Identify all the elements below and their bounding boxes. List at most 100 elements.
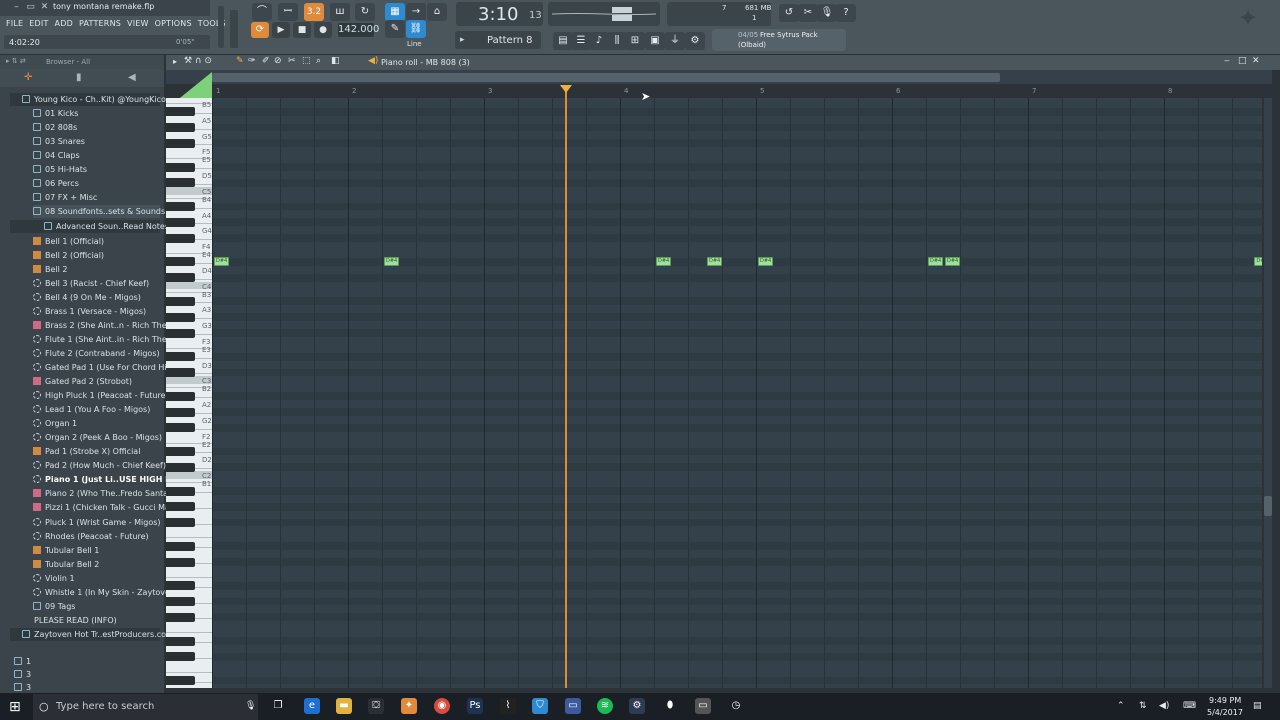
browser-item[interactable]: Gated Pad 2 (Strobot) [33, 375, 160, 388]
browser-item[interactable]: 01 Kicks [33, 107, 160, 120]
browser-item[interactable]: Organ 2 (Peek A Boo - Migos) [33, 431, 162, 444]
browser-item[interactable]: Zaytoven Hot Tr..estProducers.com [10, 627, 174, 641]
mute-tool-icon[interactable]: ⊘ [274, 56, 282, 66]
link-icon[interactable]: ⛓ [406, 20, 426, 38]
master-volume-slider[interactable] [218, 6, 224, 48]
browser-item[interactable]: PLEASE READ (INFO) [22, 614, 160, 627]
browser-item[interactable]: Flute 1 (She Aint..in - Rich The Kid) [33, 333, 185, 346]
shield-icon[interactable]: ⛉ [532, 698, 548, 714]
browser-item[interactable]: Rhodes (Peacoat - Future) [33, 530, 160, 543]
white-key[interactable] [166, 685, 212, 689]
speaker-icon[interactable]: ◀ [128, 72, 136, 83]
show-hidden-icons[interactable]: ⌃ [1117, 701, 1125, 711]
browser-item[interactable]: Brass 1 (Versace - Migos) [33, 305, 160, 318]
close-piano-roll-icon[interactable]: ✕ [1252, 56, 1260, 66]
search-placeholder[interactable]: Type here to search [56, 701, 154, 712]
browser-arrows-icon[interactable]: ▸ ⇅ ⇄ [6, 57, 26, 65]
note[interactable]: D#4 [656, 257, 671, 267]
menu-file[interactable]: FILE [6, 19, 23, 31]
browser-item[interactable]: Pizzi 1 (Chicken Talk - Gucci Mane) [33, 501, 183, 514]
microphone-icon[interactable]: 🎙 [245, 701, 256, 711]
browser-extra-item[interactable]: 1 [14, 655, 31, 668]
browser-item[interactable]: Pad 2 (How Much - Chief Keef) [33, 459, 166, 472]
pattern-label[interactable]: Pattern 8 [487, 35, 533, 46]
menu-add[interactable]: ADD [55, 19, 73, 31]
add-folder-icon[interactable]: ✛ [24, 72, 32, 83]
browser-item[interactable]: 06 Percs [33, 177, 160, 190]
windows-start-icon[interactable]: ⊞ [9, 700, 23, 714]
cable-icon[interactable]: ⏚ [665, 32, 685, 50]
step-edit-button[interactable]: → [406, 3, 426, 21]
browser-item[interactable]: Pad 1 (Strobe X) Official [33, 445, 160, 458]
recording-button[interactable]: ⌂ [427, 3, 447, 21]
note[interactable]: D#4 [707, 257, 722, 267]
note[interactable]: D#4 [384, 257, 399, 267]
pat-button[interactable]: ⟳ [251, 22, 269, 38]
restore-icon[interactable]: ▭ [25, 2, 36, 13]
browser-item[interactable]: 04 Claps [33, 149, 160, 162]
browser-item[interactable]: 09 Tags [33, 600, 160, 613]
piano-roll-tools[interactable]: ⚒ ∩ ⊙ [184, 56, 212, 66]
master-pitch-slider[interactable] [230, 10, 238, 48]
browser-item[interactable]: Whistle 1 (In My Skin - Zaytoven) [33, 586, 178, 599]
browser-item[interactable]: Bell 2 [33, 263, 160, 276]
browser-item[interactable]: Gated Pad 1 (Use For Chord Hits) [33, 361, 177, 374]
tempo-display[interactable]: 142.000 [338, 23, 379, 37]
steam-icon[interactable]: ⚙ [629, 698, 645, 714]
playlist-icon[interactable]: ▤ [553, 32, 573, 50]
photoshop-icon[interactable]: Ps [467, 698, 483, 714]
browser-icon[interactable]: ⊞ [625, 32, 645, 50]
browser-item[interactable]: Violin 1 [33, 572, 160, 585]
browser-item[interactable]: Bell 4 (9 On Me - Migos) [33, 291, 160, 304]
vertical-scroll-thumb[interactable] [1264, 496, 1272, 516]
browser-item[interactable]: 03 Snares [33, 135, 160, 148]
playback-tool-icon[interactable]: ◧ [331, 56, 340, 66]
plugin-icon[interactable]: ▣ [645, 32, 665, 50]
piano-keyboard[interactable]: B5 A5 G5 F5 E5 D5 C5 B4 A4 G4 F4 E4 D4 C4 B3 A3 G3 F3 E3 D3… [166, 98, 212, 688]
wrench-icon[interactable]: ⚙ [685, 32, 705, 50]
zoom-tool-icon[interactable]: ⌕ [316, 56, 321, 66]
pattern-song-toggle[interactable]: ⌒ [252, 3, 272, 21]
clock-time[interactable]: 9:49 PM [1209, 696, 1241, 705]
clock-date[interactable]: 5/4/2017 [1207, 708, 1243, 717]
browser-item[interactable]: Brass 2 (She Aint..n - Rich The Kid) [33, 319, 185, 332]
typing-keyboard-button[interactable]: ▦ [385, 3, 405, 21]
browser-item[interactable]: Young Kico - Ch..Kit) @YoungKico [10, 93, 166, 106]
browser-item[interactable]: Advanced Soun..Read Notes) [10, 220, 172, 234]
browser-item[interactable]: Lead 1 (You A Foo - Migos) [33, 403, 160, 416]
channel-rack-icon[interactable]: ☰ [571, 32, 591, 50]
undo-icon[interactable]: ↺ [779, 4, 799, 22]
record-button[interactable]: ● [314, 22, 332, 38]
browser-item[interactable]: 07 FX + Misc [33, 191, 160, 204]
spotify-icon[interactable]: ≋ [597, 698, 613, 714]
clock-app-icon[interactable]: ◷ [728, 698, 744, 714]
task-view-icon[interactable]: ❐ [270, 698, 286, 714]
minimize-piano-roll-icon[interactable]: ‒ [1224, 56, 1230, 66]
browser-item[interactable]: High Pluck 1 (Peacoat - Future) [33, 389, 169, 402]
store-icon[interactable]: ⛋ [368, 698, 384, 714]
keyboard-icon[interactable]: ⌨ [1183, 701, 1196, 711]
browser-item[interactable]: 02 808s [33, 121, 160, 134]
edge-icon[interactable]: e [304, 698, 320, 714]
pencil-tool-icon[interactable]: ✎ [236, 56, 244, 66]
browser-item[interactable]: Tubular Bell 1 [33, 544, 160, 557]
fl-studio-icon[interactable]: ✦ [401, 698, 417, 714]
metronome-button[interactable]: ш [330, 3, 350, 21]
note[interactable]: D#4 [945, 257, 960, 267]
tablet-icon[interactable]: ▭ [695, 698, 711, 714]
speaker-small-icon[interactable]: ◀) [368, 56, 378, 66]
play-button[interactable]: ▶ [272, 22, 290, 38]
vertical-scrollbar[interactable] [1264, 98, 1272, 688]
browser-item[interactable]: Bell 1 (Official) [33, 235, 160, 248]
paint-tool-icon[interactable]: ✑ [248, 56, 256, 66]
snap-selector[interactable]: Line [407, 40, 422, 48]
menu-edit[interactable]: EDIT [29, 19, 48, 31]
ghost-icon[interactable]: ⬮ [662, 698, 678, 714]
song-mode-button[interactable]: ꟷ [278, 3, 298, 21]
browser-item[interactable]: 05 Hi-Hats [33, 163, 160, 176]
browser-extra-item[interactable]: 3 [14, 668, 31, 681]
note[interactable]: D#4 [214, 257, 229, 267]
draw-tool-icon[interactable]: ✎ [385, 20, 405, 38]
browser-item[interactable]: Tubular Bell 2 [33, 558, 160, 571]
browser-item[interactable]: Pluck 1 (Wrist Game - Migos) [33, 516, 161, 529]
